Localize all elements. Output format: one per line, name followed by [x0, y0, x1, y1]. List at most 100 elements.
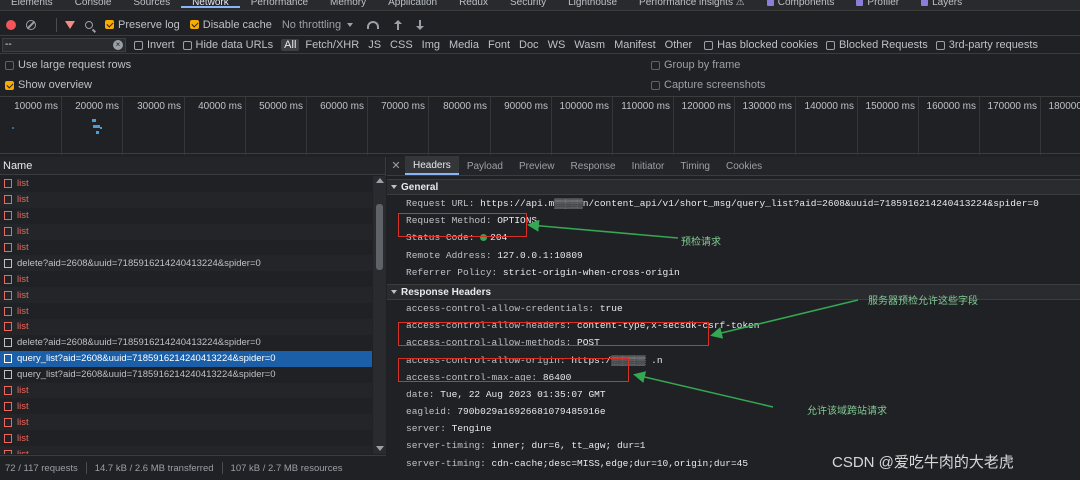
request-row[interactable]: list: [0, 191, 372, 208]
type-filter-doc[interactable]: Doc: [516, 39, 542, 51]
type-filter-font[interactable]: Font: [485, 39, 513, 51]
request-row[interactable]: list: [0, 446, 372, 454]
devtools-tab-performance[interactable]: Performance: [240, 0, 319, 8]
type-filter-js[interactable]: JS: [365, 39, 384, 51]
filter-icon[interactable]: [65, 20, 75, 29]
request-row[interactable]: list: [0, 319, 372, 335]
checkbox-icon: [182, 40, 192, 50]
devtools-tab-application[interactable]: Application: [377, 0, 448, 8]
request-row[interactable]: list: [0, 414, 372, 431]
detail-tab-response[interactable]: Response: [563, 158, 624, 175]
request-row[interactable]: query_list?aid=2608&uuid=718591621424041…: [0, 367, 372, 383]
clear-icon[interactable]: [26, 19, 36, 30]
detail-tab-headers[interactable]: Headers: [405, 156, 459, 175]
capture-screenshots-checkbox[interactable]: Capture screenshots: [651, 79, 766, 91]
timeline-overview[interactable]: 10000 ms 20000 ms 30000 ms 40000 ms 50000 ms…: [0, 96, 1080, 155]
devtools-tab-performance-insights[interactable]: Performance insights ⚠: [628, 0, 756, 8]
type-filter-all[interactable]: All: [281, 39, 300, 51]
type-filter-fetch-xhr[interactable]: Fetch/XHR: [302, 39, 362, 51]
blocked-requests-checkbox[interactable]: Blocked Requests: [826, 39, 928, 51]
scrollbar-thumb[interactable]: [376, 204, 383, 270]
checkbox-checked-icon: [5, 80, 14, 90]
request-row[interactable]: list: [0, 287, 372, 304]
general-section-header[interactable]: General: [387, 179, 1080, 195]
request-row[interactable]: query_list?aid=2608&uuid=718591621424041…: [0, 350, 372, 367]
request-row[interactable]: list: [0, 223, 372, 240]
devtools-tab-components[interactable]: Components: [756, 0, 846, 8]
type-filter-other[interactable]: Other: [662, 39, 696, 51]
devtools-tab-layers[interactable]: Layers: [910, 0, 973, 8]
timeline-tick-label: 130000 ms: [742, 101, 792, 112]
devtools-tab-lighthouse[interactable]: Lighthouse: [557, 0, 628, 8]
request-name: delete?aid=2608&uuid=7185916214240413224…: [17, 337, 261, 349]
devtools-tab-console[interactable]: Console: [64, 0, 123, 8]
request-row[interactable]: list: [0, 240, 372, 256]
search-icon[interactable]: [85, 20, 93, 29]
disable-cache-checkbox[interactable]: Disable cache: [189, 19, 272, 31]
detail-tab-payload[interactable]: Payload: [459, 158, 511, 175]
name-column-header[interactable]: Name: [0, 157, 385, 175]
timeline-tick-label: 50000 ms: [259, 101, 303, 112]
devtools-tab-memory[interactable]: Memory: [319, 0, 377, 8]
throttling-select[interactable]: No throttling: [282, 19, 354, 31]
request-name: list: [17, 400, 29, 412]
import-har-icon[interactable]: [393, 19, 403, 30]
timeline-tick: 10000 ms: [14, 97, 62, 155]
filter-input[interactable]: -- ×: [2, 38, 126, 52]
request-row[interactable]: list: [0, 382, 372, 399]
third-party-checkbox[interactable]: 3rd-party requests: [935, 39, 1038, 51]
transferred-size: 14.7 kB / 2.6 MB transferred: [94, 462, 214, 474]
devtools-tab-redux[interactable]: Redux: [448, 0, 499, 8]
request-row[interactable]: list: [0, 398, 372, 414]
request-row[interactable]: list: [0, 430, 372, 446]
detail-tab-cookies[interactable]: Cookies: [718, 158, 770, 175]
devtools-tab-sources[interactable]: Sources: [122, 0, 181, 8]
document-icon: [4, 306, 12, 316]
record-icon[interactable]: [6, 19, 16, 30]
export-har-icon[interactable]: [415, 19, 425, 30]
show-overview-checkbox[interactable]: Show overview: [5, 79, 92, 91]
scroll-down-icon[interactable]: [376, 446, 384, 451]
hide-data-urls-checkbox[interactable]: Hide data URLs: [182, 39, 273, 51]
group-by-frame-checkbox[interactable]: Group by frame: [651, 59, 740, 71]
scroll-up-icon[interactable]: [376, 178, 384, 183]
chevron-down-icon: [347, 22, 354, 27]
devtools-tab-network[interactable]: Network: [181, 0, 240, 8]
detail-tab-initiator[interactable]: Initiator: [624, 158, 673, 175]
type-filter-css[interactable]: CSS: [387, 39, 416, 51]
request-name: list: [17, 242, 29, 253]
header-row-request-url: Request URL: https://api.m▒▒▒▒▒n/content…: [387, 195, 1080, 212]
type-filter-img[interactable]: Img: [419, 39, 443, 51]
request-row[interactable]: delete?aid=2608&uuid=7185916214240413224…: [0, 255, 372, 272]
request-detail-panel: ✕ Headers Payload Preview Response Initiator…: [387, 156, 1080, 480]
clear-filter-icon[interactable]: ×: [113, 40, 123, 50]
timeline-bar: [12, 127, 14, 129]
document-icon: [4, 401, 12, 411]
invert-checkbox[interactable]: Invert: [134, 39, 175, 51]
close-icon[interactable]: ✕: [387, 158, 405, 175]
timeline-tick: 170000 ms: [988, 97, 1041, 155]
type-filter-manifest[interactable]: Manifest: [611, 39, 659, 51]
devtools-tab-elements[interactable]: Elements: [0, 0, 64, 8]
preserve-log-checkbox[interactable]: Preserve log: [105, 19, 180, 31]
devtools-tab-security[interactable]: Security: [499, 0, 557, 8]
request-row[interactable]: delete?aid=2608&uuid=7185916214240413224…: [0, 335, 372, 351]
timeline-tick-label: 160000 ms: [926, 101, 976, 112]
detail-tab-timing[interactable]: Timing: [672, 158, 718, 175]
network-conditions-icon[interactable]: [367, 20, 380, 29]
request-row[interactable]: list: [0, 303, 372, 319]
large-rows-checkbox[interactable]: Use large request rows: [5, 59, 131, 71]
request-row[interactable]: list: [0, 208, 372, 224]
type-filter-media[interactable]: Media: [446, 39, 482, 51]
type-filter-ws[interactable]: WS: [545, 39, 569, 51]
timeline-tick: 30000 ms: [137, 97, 185, 155]
devtools-tab-profiler[interactable]: Profiler: [845, 0, 910, 8]
request-name: list: [17, 273, 29, 285]
request-row[interactable]: list: [0, 271, 372, 287]
request-row[interactable]: list: [0, 176, 372, 192]
request-list-scrollbar[interactable]: [373, 176, 386, 454]
has-blocked-cookies-checkbox[interactable]: Has blocked cookies: [704, 39, 818, 51]
type-filter-wasm[interactable]: Wasm: [571, 39, 608, 51]
detail-tab-preview[interactable]: Preview: [511, 158, 563, 175]
annotation-preflight: 预检请求: [681, 237, 721, 248]
